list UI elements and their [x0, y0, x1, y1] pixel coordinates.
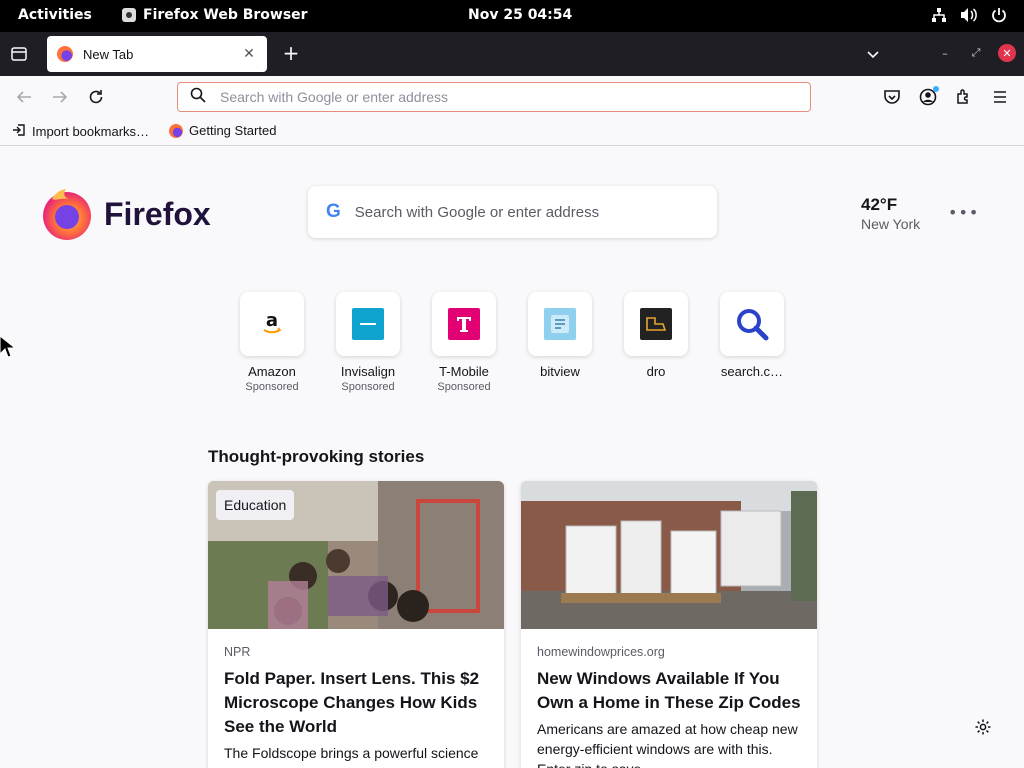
top-site-invisalign[interactable]: Invisalign Sponsored [336, 292, 400, 393]
top-site-label: search.c… [720, 364, 784, 379]
weather-more-icon[interactable]: ••• [948, 203, 979, 222]
top-site-label: Amazon [248, 364, 296, 379]
tab-strip: New Tab ✕ + – ⤢ ✕ [0, 32, 1024, 76]
bitview-icon [528, 292, 592, 356]
firefox-logo-icon [43, 189, 91, 240]
back-icon[interactable] [14, 87, 34, 107]
url-bar[interactable] [177, 82, 811, 112]
dro-icon [624, 292, 688, 356]
bookmark-import[interactable]: Import bookmarks… [12, 123, 149, 140]
newtab-search-placeholder: Search with Google or enter address [354, 203, 600, 221]
bookmark-label: Getting Started [189, 123, 277, 138]
sponsored-label: Sponsored [437, 381, 491, 393]
bookmark-label: Import bookmarks… [32, 124, 150, 139]
top-site-label: Invisalign [340, 364, 396, 379]
app-name: Firefox Web Browser [143, 7, 308, 23]
firefox-wordmark: Firefox [104, 195, 211, 232]
search-icon [190, 87, 206, 107]
google-icon: G [326, 201, 341, 222]
firefox-logo: Firefox [40, 187, 211, 241]
svg-text:a: a [266, 310, 278, 331]
power-icon[interactable] [990, 6, 1008, 24]
bookmarks-toolbar: Import bookmarks… Getting Started [0, 118, 1024, 146]
story-card[interactable]: homewindowprices.org New Windows Availab… [521, 481, 817, 768]
top-site-bitview[interactable]: bitview [528, 292, 592, 393]
url-input[interactable] [220, 89, 780, 105]
top-sites: a Amazon Sponsored Invisalign Sponsored … [240, 292, 784, 393]
top-site-label: dro [646, 364, 666, 379]
tab-title: New Tab [83, 46, 134, 62]
clock[interactable]: Nov 25 04:54 [468, 7, 572, 23]
app-menu[interactable]: Firefox Web Browser [122, 7, 308, 23]
invisalign-icon [336, 292, 400, 356]
story-image [521, 481, 817, 629]
menu-icon[interactable] [990, 87, 1010, 107]
story-description: The Foldscope brings a powerful science … [224, 745, 479, 768]
weather-temp: 42°F [861, 195, 898, 214]
system-tray[interactable] [930, 6, 1008, 24]
top-site-label: T-Mobile [439, 364, 489, 379]
toolbar-right [882, 86, 1010, 107]
story-headline: Fold Paper. Insert Lens. This $2 Microsc… [224, 669, 480, 736]
story-headline: New Windows Available If You Own a Home … [537, 669, 801, 712]
stories-heading: Thought-provoking stories [208, 447, 425, 466]
maximize-icon[interactable]: ⤢ [967, 44, 985, 62]
network-icon[interactable] [930, 6, 948, 24]
account-icon[interactable] [918, 86, 939, 107]
search-site-icon [720, 292, 784, 356]
firefox-view-icon[interactable] [10, 45, 28, 63]
close-tab-icon[interactable]: ✕ [241, 46, 257, 62]
newtab-search-box[interactable]: G Search with Google or enter address [308, 186, 717, 238]
weather-widget[interactable]: 42°F New York [861, 195, 920, 232]
system-top-bar: Activities Firefox Web Browser Nov 25 04… [0, 0, 1024, 32]
top-site-label: bitview [540, 364, 580, 379]
firefox-favicon-icon [57, 46, 73, 62]
import-icon [12, 123, 26, 140]
mouse-cursor-icon [0, 336, 16, 358]
personalize-gear-icon[interactable] [974, 718, 992, 736]
story-source: homewindowprices.org [537, 645, 665, 659]
firefox-icon [169, 123, 183, 138]
new-tab-page: Firefox G Search with Google or enter ad… [0, 147, 1024, 768]
story-category-badge: Education [216, 490, 295, 520]
tab-new-tab[interactable]: New Tab ✕ [47, 36, 267, 72]
reload-icon[interactable] [86, 87, 106, 107]
top-site-dro[interactable]: dro [624, 292, 688, 393]
activities-button[interactable]: Activities [18, 7, 92, 23]
top-site-search[interactable]: search.c… [720, 292, 784, 393]
forward-icon[interactable] [50, 87, 70, 107]
top-site-amazon[interactable]: a Amazon Sponsored [240, 292, 304, 393]
pocket-icon[interactable] [882, 87, 902, 107]
extensions-icon[interactable] [954, 87, 974, 107]
sponsored-label: Sponsored [341, 381, 395, 393]
bookmark-getting-started[interactable]: Getting Started [169, 123, 276, 138]
window-close-icon[interactable]: ✕ [998, 44, 1016, 62]
firefox-app-icon [122, 8, 136, 22]
window-controls: – ⤢ ✕ [936, 44, 1016, 62]
amazon-icon: a [240, 292, 304, 356]
list-all-tabs-icon[interactable] [864, 45, 882, 63]
story-description: Americans are amazed at how cheap new en… [537, 721, 798, 768]
story-card[interactable]: Education NPR Fold Paper. Insert Lens. T… [208, 481, 504, 768]
volume-icon[interactable] [960, 6, 978, 24]
new-tab-button[interactable]: + [281, 43, 301, 63]
story-image: Education [208, 481, 504, 629]
top-site-tmobile[interactable]: T-Mobile Sponsored [432, 292, 496, 393]
weather-city: New York [861, 216, 921, 232]
navigation-toolbar [0, 76, 1024, 118]
minimize-icon[interactable]: – [936, 44, 954, 62]
sponsored-label: Sponsored [245, 381, 299, 393]
tmobile-icon [432, 292, 496, 356]
story-source: NPR [224, 645, 251, 659]
